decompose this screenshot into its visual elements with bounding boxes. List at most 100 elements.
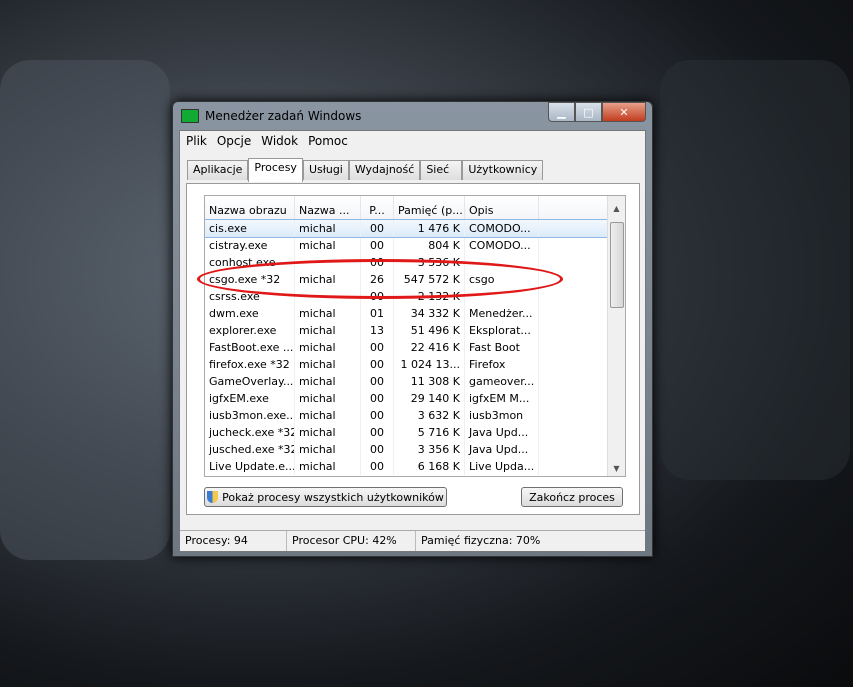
process-row[interactable]: cistray.exe michal 00 804 K COMODO... bbox=[205, 237, 625, 254]
maximize-button[interactable]: □ bbox=[575, 102, 602, 122]
process-cpu: 00 bbox=[361, 288, 394, 305]
process-list[interactable]: Nazwa obrazu Nazwa ... P... Pamięć (p...… bbox=[204, 195, 626, 477]
menu-plik[interactable]: Plik bbox=[186, 134, 207, 148]
process-cpu: 00 bbox=[361, 339, 394, 356]
process-user: michal bbox=[295, 407, 361, 424]
status-memory: Pamięć fizyczna: 70% bbox=[421, 534, 541, 547]
process-user: michal bbox=[295, 441, 361, 458]
tab-strip: Aplikacje Procesy Usługi Wydajność Sieć … bbox=[187, 158, 544, 182]
process-memory: 3 356 K bbox=[394, 441, 465, 458]
process-name: FastBoot.exe ... bbox=[205, 339, 295, 356]
wallpaper-shape bbox=[660, 60, 850, 480]
process-name: cistray.exe bbox=[205, 237, 295, 254]
process-memory: 6 168 K bbox=[394, 458, 465, 475]
process-memory: 3 632 K bbox=[394, 407, 465, 424]
process-description: Firefox bbox=[465, 356, 539, 373]
window-title: Menedżer zadań Windows bbox=[205, 109, 362, 123]
process-name: jusched.exe *32 bbox=[205, 441, 295, 458]
scroll-up-icon[interactable]: ▲ bbox=[608, 204, 625, 213]
process-memory: 804 K bbox=[394, 237, 465, 254]
process-description: Eksplorat... bbox=[465, 322, 539, 339]
process-row[interactable]: csgo.exe *32 michal 26 547 572 Kcsgo bbox=[205, 271, 625, 288]
title-bar[interactable]: Menedżer zadań Windows bbox=[181, 106, 361, 126]
tab-uzytkownicy[interactable]: Użytkownicy bbox=[462, 160, 544, 180]
menu-widok[interactable]: Widok bbox=[261, 134, 298, 148]
process-description: igfxEM M... bbox=[465, 390, 539, 407]
column-image-name[interactable]: Nazwa obrazu bbox=[205, 196, 295, 219]
process-cpu: 00 bbox=[361, 407, 394, 424]
process-row[interactable]: cis.exe michal 00 1 476 K COMODO... bbox=[205, 219, 625, 238]
process-row[interactable]: firefox.exe *32 michal 00 1 024 13... Firefo… bbox=[205, 356, 625, 373]
tab-uslugi[interactable]: Usługi bbox=[302, 160, 349, 180]
process-row[interactable]: igfxEM.exe michal 00 29 140 KigfxEM M... bbox=[205, 390, 625, 407]
client-area: Plik Opcje Widok Pomoc Aplikacje Procesy… bbox=[179, 130, 646, 552]
process-description bbox=[465, 254, 539, 271]
process-cpu: 00 bbox=[361, 254, 394, 271]
process-memory: 1 024 13... bbox=[394, 356, 465, 373]
process-memory: 34 332 K bbox=[394, 305, 465, 322]
tab-procesy[interactable]: Procesy bbox=[248, 158, 303, 182]
uac-shield-icon bbox=[207, 491, 219, 503]
process-row[interactable]: conhost.exe 00 3 536 K bbox=[205, 254, 625, 271]
process-user: michal bbox=[295, 322, 361, 339]
process-cpu: 13 bbox=[361, 322, 394, 339]
list-header: Nazwa obrazu Nazwa ... P... Pamięć (p...… bbox=[205, 196, 625, 220]
process-cpu: 00 bbox=[361, 373, 394, 390]
process-memory: 3 536 K bbox=[394, 254, 465, 271]
vertical-scrollbar[interactable]: ▲ ▼ bbox=[607, 196, 625, 476]
scroll-down-icon[interactable]: ▼ bbox=[608, 464, 625, 473]
process-row[interactable]: Live Update.e... michal 00 6 168 K Live Upda… bbox=[205, 458, 625, 475]
show-all-processes-button[interactable]: Pokaż procesy wszystkich użytkowników bbox=[204, 487, 447, 507]
process-name: jucheck.exe *32 bbox=[205, 424, 295, 441]
close-button[interactable]: ✕ bbox=[602, 102, 646, 122]
process-name: iusb3mon.exe... bbox=[205, 407, 295, 424]
process-name: GameOverlay... bbox=[205, 373, 295, 390]
process-row[interactable]: jusched.exe *32 michal 00 3 356 K Java Upd..… bbox=[205, 441, 625, 458]
end-process-button[interactable]: Zakończ proces bbox=[521, 487, 623, 507]
tab-siec[interactable]: Sieć bbox=[420, 160, 463, 180]
column-user-name[interactable]: Nazwa ... bbox=[295, 196, 361, 219]
process-user: michal bbox=[295, 458, 361, 475]
process-name: cis.exe bbox=[205, 220, 295, 237]
process-memory: 5 716 K bbox=[394, 424, 465, 441]
process-memory: 22 416 K bbox=[394, 339, 465, 356]
process-user: michal bbox=[295, 220, 361, 237]
process-row[interactable]: dwm.exe michal 01 34 332 K Menedżer... bbox=[205, 305, 625, 322]
menu-pomoc[interactable]: Pomoc bbox=[308, 134, 348, 148]
process-user: michal bbox=[295, 339, 361, 356]
process-name: conhost.exe bbox=[205, 254, 295, 271]
status-bar: Procesy: 94 Procesor CPU: 42% Pamięć fiz… bbox=[180, 530, 645, 551]
column-description[interactable]: Opis bbox=[465, 196, 539, 219]
process-description: csgo bbox=[465, 271, 539, 288]
menu-opcje[interactable]: Opcje bbox=[217, 134, 251, 148]
tab-aplikacje[interactable]: Aplikacje bbox=[187, 160, 249, 180]
process-row[interactable]: iusb3mon.exe... michal 00 3 632 Kiusb3mon bbox=[205, 407, 625, 424]
process-user: michal bbox=[295, 271, 361, 288]
process-memory: 29 140 K bbox=[394, 390, 465, 407]
process-row[interactable]: explorer.exe michal 13 51 496 K Eksplorat... bbox=[205, 322, 625, 339]
process-user: michal bbox=[295, 390, 361, 407]
process-row[interactable]: FastBoot.exe ... michal 00 22 416 K Fast Boo… bbox=[205, 339, 625, 356]
process-name: csrss.exe bbox=[205, 288, 295, 305]
process-name: firefox.exe *32 bbox=[205, 356, 295, 373]
process-description bbox=[465, 288, 539, 305]
task-manager-window: Menedżer zadań Windows ▁ □ ✕ Plik Opcje … bbox=[172, 101, 653, 557]
tab-wydajnosc[interactable]: Wydajność bbox=[348, 160, 421, 180]
process-description: COMODO... bbox=[465, 220, 539, 237]
column-cpu[interactable]: P... bbox=[361, 196, 394, 219]
minimize-button[interactable]: ▁ bbox=[548, 102, 575, 122]
process-user bbox=[295, 254, 361, 271]
process-row[interactable]: GameOverlay... michal 00 11 308 Kgameover..… bbox=[205, 373, 625, 390]
process-cpu: 00 bbox=[361, 441, 394, 458]
column-memory[interactable]: Pamięć (p... bbox=[394, 196, 465, 219]
process-cpu: 00 bbox=[361, 424, 394, 441]
process-row[interactable]: jucheck.exe *32 michal 00 5 716 K Java Upd..… bbox=[205, 424, 625, 441]
process-memory: 11 308 K bbox=[394, 373, 465, 390]
process-description: Menedżer... bbox=[465, 305, 539, 322]
process-description: Live Upda... bbox=[465, 458, 539, 475]
scroll-thumb[interactable] bbox=[610, 222, 624, 308]
status-cpu: Procesor CPU: 42% bbox=[287, 531, 416, 551]
process-row[interactable]: csrss.exe 00 2 132 K bbox=[205, 288, 625, 305]
process-name: explorer.exe bbox=[205, 322, 295, 339]
process-user: michal bbox=[295, 356, 361, 373]
